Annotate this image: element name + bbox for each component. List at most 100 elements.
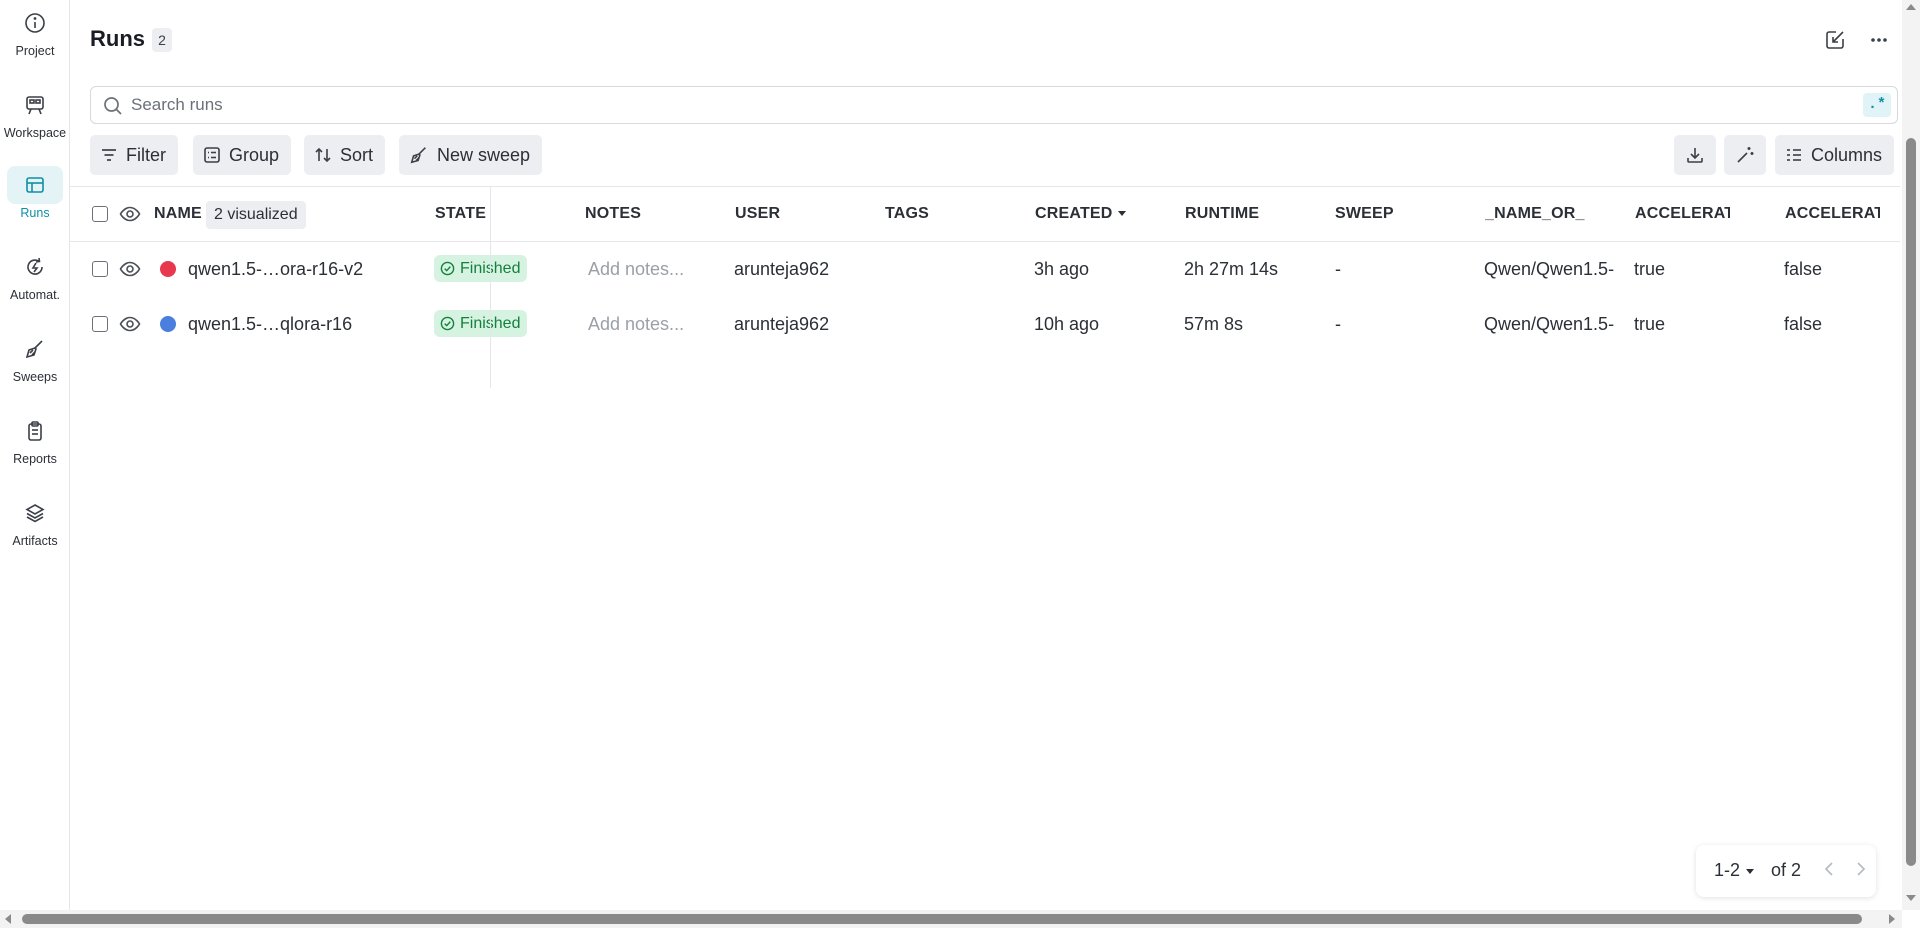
notes-input[interactable]: Add notes... <box>588 259 684 280</box>
info-icon <box>7 4 63 42</box>
auto-visualize-button[interactable] <box>1724 135 1766 175</box>
check-circle-icon <box>440 261 455 276</box>
prev-page-button[interactable] <box>1820 859 1840 884</box>
new-sweep-button[interactable]: New sweep <box>399 135 543 175</box>
eye-icon[interactable] <box>119 258 141 285</box>
clipboard-icon <box>7 412 63 450</box>
pagination: 1-2 of 2 <box>1696 845 1876 897</box>
column-header-accelerator-2[interactable]: ACCELERATC <box>1785 205 1880 223</box>
columns-button[interactable]: Columns <box>1775 135 1895 175</box>
scroll-up-arrow[interactable] <box>1906 4 1916 10</box>
filter-label: Filter <box>126 144 166 165</box>
magic-wand-icon <box>1735 145 1755 165</box>
group-button[interactable]: Group <box>193 135 292 175</box>
select-all-checkbox[interactable] <box>92 206 108 222</box>
column-header-state[interactable]: STATE <box>435 205 486 223</box>
column-header-created[interactable]: CREATED <box>1035 205 1127 223</box>
group-label: Group <box>229 144 280 165</box>
nav-label: Automat. <box>9 288 61 302</box>
nav-item-sweeps[interactable]: Sweeps <box>0 330 70 402</box>
scroll-right-arrow[interactable] <box>1889 914 1895 924</box>
nav-label: Runs <box>20 206 50 220</box>
runtime-cell: 2h 27m 14s <box>1184 259 1279 279</box>
run-color-dot[interactable] <box>160 316 176 332</box>
column-header-name-or-path[interactable]: _NAME_OR_ <box>1485 205 1585 223</box>
column-header-tags[interactable]: TAGS <box>885 205 929 223</box>
automation-icon <box>7 248 63 286</box>
nav-item-automations[interactable]: Automat. <box>0 248 70 320</box>
table-row[interactable]: qwen1.5-…ora-r16-v2 Finished Add notes..… <box>70 242 1900 297</box>
run-name-link[interactable]: qwen1.5-…qlora-r16 <box>188 314 352 335</box>
app-root: Project Workspace Runs Automat. Sweeps R… <box>0 0 1920 928</box>
accelerator-cell: false <box>1784 259 1823 279</box>
column-header-notes[interactable]: NOTES <box>585 205 641 223</box>
row-checkbox[interactable] <box>92 261 108 277</box>
ellipsis-icon <box>1871 38 1887 42</box>
vertical-scroll-thumb[interactable] <box>1906 138 1916 866</box>
next-page-button[interactable] <box>1850 859 1870 884</box>
run-name-link[interactable]: qwen1.5-…ora-r16-v2 <box>188 259 363 280</box>
nav-item-reports[interactable]: Reports <box>0 412 70 484</box>
sort-button[interactable]: Sort <box>304 135 386 175</box>
accelerator-cell: true <box>1634 259 1666 279</box>
left-nav-rail: Project Workspace Runs Automat. Sweeps R… <box>0 0 70 928</box>
page-size-select[interactable]: 1-2 <box>1714 860 1755 881</box>
chevron-left-icon <box>1824 862 1833 876</box>
user-cell: arunteja962 <box>734 259 830 279</box>
eye-icon[interactable] <box>119 203 141 230</box>
column-header-runtime[interactable]: RUNTIME <box>1185 205 1259 223</box>
column-header-user[interactable]: USER <box>735 205 780 223</box>
nav-item-artifacts[interactable]: Artifacts <box>0 494 70 566</box>
scroll-left-arrow[interactable] <box>5 914 11 924</box>
name-or-path-cell: Qwen/Qwen1.5- <box>1484 259 1615 279</box>
name-or-path-cell: Qwen/Qwen1.5- <box>1484 314 1615 334</box>
nav-item-workspace[interactable]: Workspace <box>0 86 70 158</box>
column-header-name[interactable]: NAME <box>154 205 202 223</box>
search-input[interactable] <box>131 93 1831 117</box>
open-external-icon <box>1826 31 1844 49</box>
caret-down-icon <box>1746 869 1755 874</box>
column-header-sweep[interactable]: SWEEP <box>1335 205 1394 223</box>
nav-item-runs[interactable]: Runs <box>0 166 70 238</box>
nav-label: Sweeps <box>12 370 58 384</box>
horizontal-scroll-thumb[interactable] <box>22 914 1862 924</box>
table-row[interactable]: qwen1.5-…qlora-r16 Finished Add notes...… <box>70 297 1900 352</box>
user-cell: arunteja962 <box>734 314 830 334</box>
nav-label: Artifacts <box>12 534 58 548</box>
layers-icon <box>7 494 63 532</box>
created-cell: 3h ago <box>1034 259 1090 279</box>
workspace-icon <box>7 86 63 124</box>
scroll-down-arrow[interactable] <box>1906 895 1916 901</box>
eye-icon[interactable] <box>119 313 141 340</box>
expand-button[interactable] <box>1817 24 1853 56</box>
nav-label: Project <box>15 44 55 58</box>
run-color-dot[interactable] <box>160 261 176 277</box>
table-header: NAME 2 visualized STATE NOTES USER TAGS … <box>70 186 1900 242</box>
filter-button[interactable]: Filter <box>90 135 178 175</box>
row-checkbox[interactable] <box>92 316 108 332</box>
more-options-button[interactable] <box>1861 24 1897 56</box>
visualized-count-badge[interactable]: 2 visualized <box>206 201 306 229</box>
chevron-right-icon <box>1857 862 1866 876</box>
nav-label: Workspace <box>3 126 67 140</box>
column-header-created-label: CREATED <box>1035 205 1113 222</box>
run-count-badge: 2 <box>152 28 172 52</box>
horizontal-scrollbar[interactable] <box>0 910 1902 928</box>
search-icon <box>103 96 123 121</box>
column-header-accelerator-1[interactable]: ACCELERATC <box>1635 205 1730 223</box>
vertical-scrollbar[interactable] <box>1902 0 1920 910</box>
download-button[interactable] <box>1674 135 1716 175</box>
columns-label: Columns <box>1811 144 1883 165</box>
accelerator-cell: true <box>1634 314 1666 334</box>
search-bar: .* <box>90 86 1898 124</box>
page-title: Runs <box>90 26 145 51</box>
regex-toggle-button[interactable]: .* <box>1863 93 1891 117</box>
runtime-cell: 57m 8s <box>1184 314 1244 334</box>
sort-icon <box>314 146 332 164</box>
columns-icon <box>1785 146 1803 164</box>
filter-icon <box>100 146 118 164</box>
notes-input[interactable]: Add notes... <box>588 314 684 335</box>
new-sweep-label: New sweep <box>437 144 531 165</box>
accelerator-cell: false <box>1784 314 1823 334</box>
nav-item-project[interactable]: Project <box>0 4 70 76</box>
